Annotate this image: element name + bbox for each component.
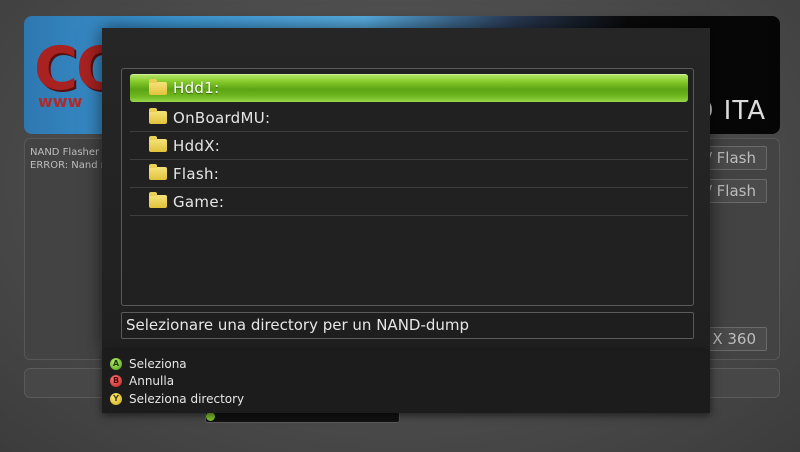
directory-item-hddx[interactable]: HddX: xyxy=(130,132,688,160)
button-legend: A Seleziona B Annulla Y Seleziona direct… xyxy=(102,350,710,413)
folder-icon xyxy=(149,192,167,208)
legend-select[interactable]: A Seleziona xyxy=(110,355,187,372)
directory-item-onboardmu[interactable]: OnBoardMU: xyxy=(130,104,688,132)
directory-item-game[interactable]: Game: xyxy=(130,188,688,216)
legend-label: Seleziona xyxy=(129,356,187,371)
folder-icon xyxy=(149,136,167,152)
directory-item-label: Game: xyxy=(173,192,225,211)
app-progress-indicator xyxy=(206,412,215,421)
legend-label: Annulla xyxy=(129,373,175,388)
folder-icon xyxy=(149,164,167,180)
directory-item-label: OnBoardMU: xyxy=(173,108,271,127)
folder-icon xyxy=(149,78,167,95)
folder-icon xyxy=(149,108,167,124)
directory-select-dialog: Hdd1: OnBoardMU: HddX: Flash: Game: Sele… xyxy=(102,28,710,350)
legend-label: Seleziona directory xyxy=(129,391,245,406)
dialog-description: Selezionare una directory per un NAND-du… xyxy=(121,312,694,339)
legend-select-directory[interactable]: Y Seleziona directory xyxy=(110,390,244,407)
directory-item-label: Flash: xyxy=(173,164,220,183)
a-button-icon: A xyxy=(110,357,122,370)
directory-item-flash[interactable]: Flash: xyxy=(130,160,688,188)
directory-item-label: Hdd1: xyxy=(173,79,220,97)
app-logo-url: www xyxy=(38,92,83,111)
directory-list: Hdd1: OnBoardMU: HddX: Flash: Game: xyxy=(121,68,694,306)
y-button-icon: Y xyxy=(110,392,122,405)
directory-item-label: HddX: xyxy=(173,136,221,155)
directory-item-hdd1[interactable]: Hdd1: xyxy=(130,74,688,102)
b-button-icon: B xyxy=(110,374,122,387)
legend-cancel[interactable]: B Annulla xyxy=(110,372,174,389)
